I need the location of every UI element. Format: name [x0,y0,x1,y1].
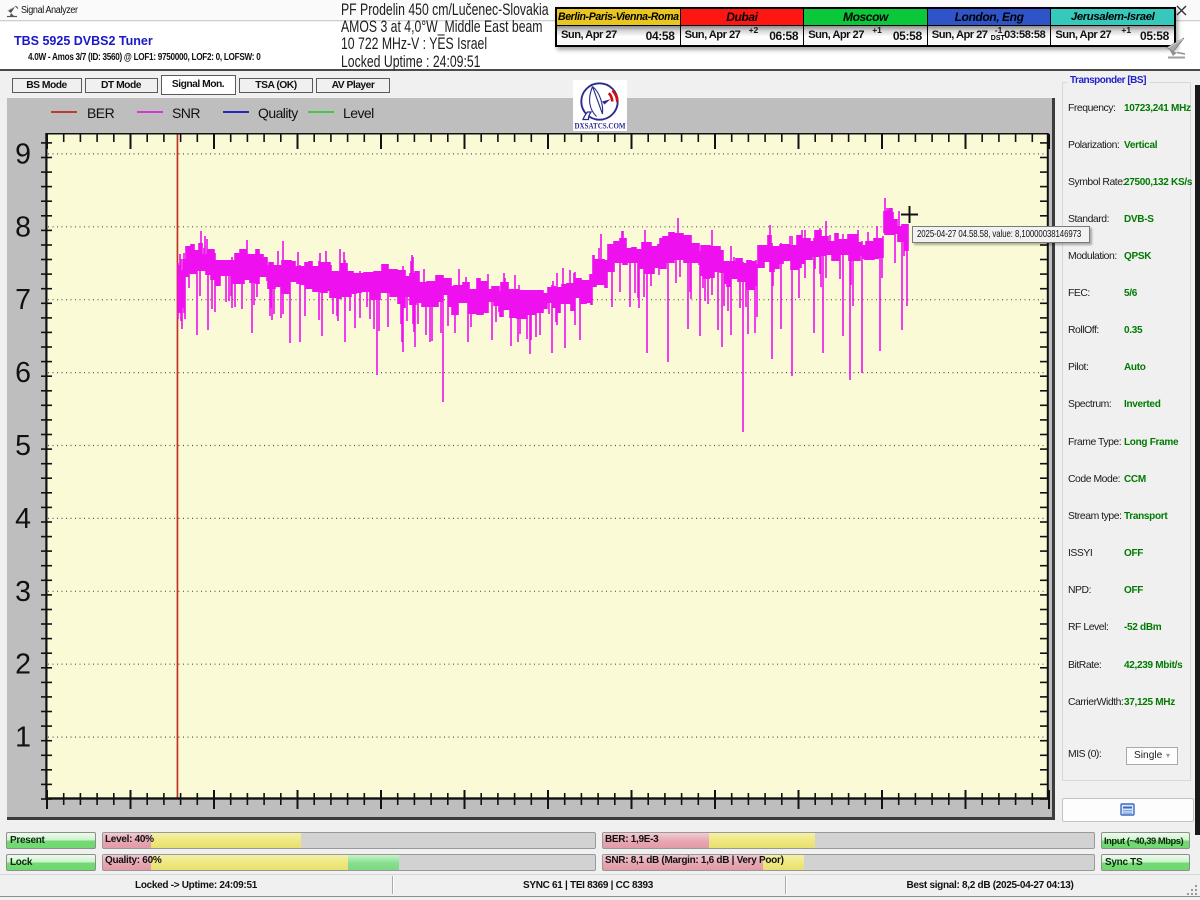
svg-text:5: 5 [15,430,31,462]
svg-text:1: 1 [15,722,31,754]
svg-text:9: 9 [15,138,31,170]
svg-text:4: 4 [15,503,31,535]
svg-text:7: 7 [15,284,31,316]
svg-text:8: 8 [15,211,31,243]
svg-text:DXSATCS.COM: DXSATCS.COM [575,122,626,131]
svg-text:6: 6 [15,357,31,389]
svg-text:3: 3 [15,576,31,608]
svg-text:2: 2 [15,649,31,681]
